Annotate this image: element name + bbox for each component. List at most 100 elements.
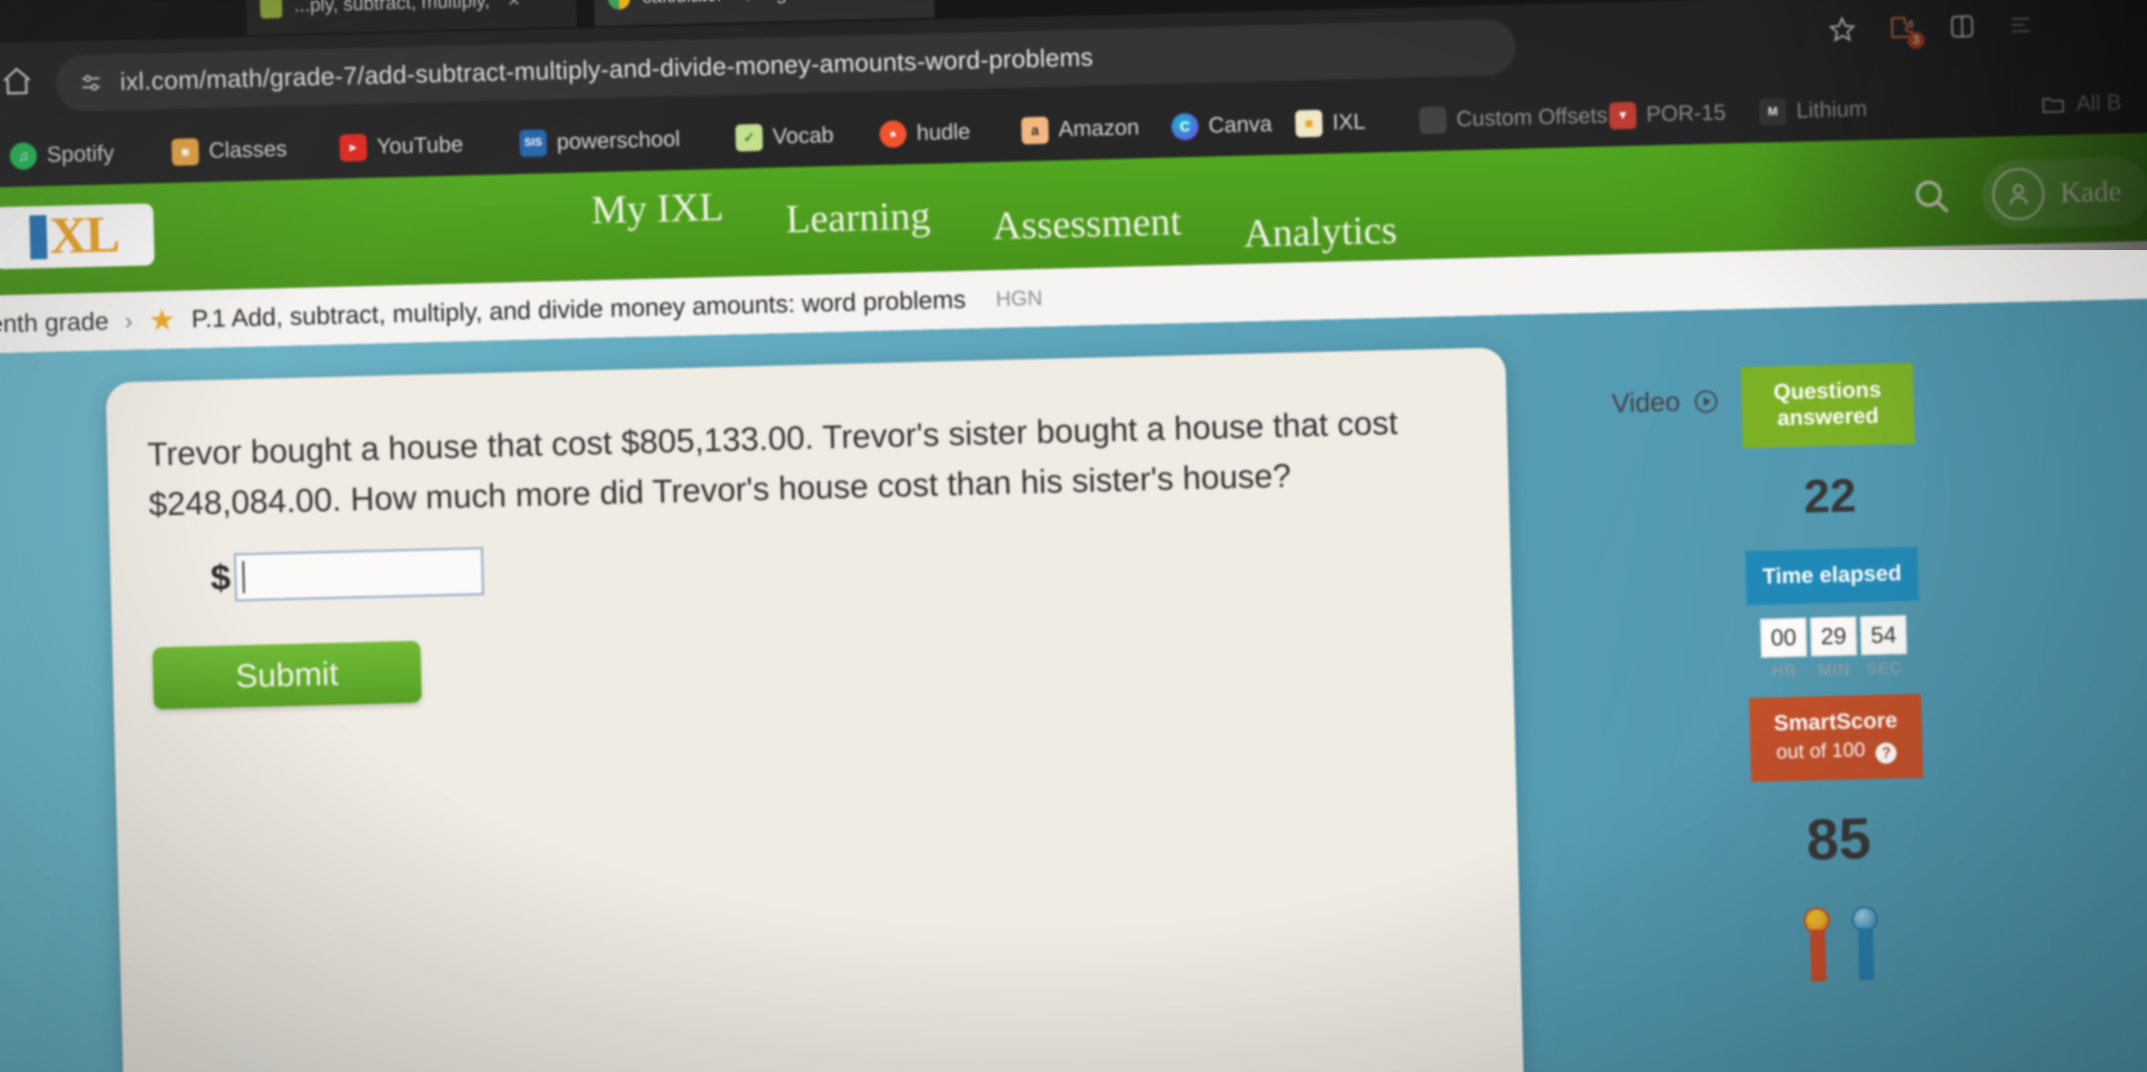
bookmark-label: Lithium [1795,95,1868,123]
bookmark-item-amazon[interactable]: a Amazon [1021,110,1140,147]
bookmark-item-ixl[interactable]: ■ IXL [1295,105,1366,141]
extensions-icon[interactable]: 3 [1887,13,1925,49]
reading-list-icon[interactable] [2007,10,2038,41]
star-icon[interactable]: ★ [148,303,176,339]
award-pins [1754,888,1928,982]
user-menu-button[interactable]: Kade [1981,156,2147,230]
timer-seconds-unit: SEC [1866,660,1903,679]
site-settings-icon[interactable] [78,70,105,97]
ixl-logo[interactable]: XL [0,203,155,270]
bookmark-item-custom-offsets[interactable]: Custom Offsets [1419,99,1608,138]
powerschool-icon: SIS [519,128,548,157]
bookmark-label: Classes [208,135,288,163]
submit-button[interactable]: Submit [152,640,422,710]
nav-learning[interactable]: Learning [785,192,931,243]
avatar [1991,167,2045,221]
timer-hours: 00 HR [1760,617,1808,682]
ixl-header-right: Kade [1909,156,2147,231]
video-label: Video [1611,386,1681,419]
pin-stem [1857,927,1874,980]
bookmark-item-spotify[interactable]: ♫ Spotify [9,136,114,173]
bookmark-item-vocab[interactable]: ✓ Vocab [735,118,834,154]
ixl-icon: ■ [1295,109,1323,137]
nav-analytics[interactable]: Analytics [1243,206,1397,257]
blue-pin-icon [1851,905,1879,981]
text-caret [242,561,246,594]
bookmark-label: Amazon [1058,114,1140,142]
orange-pin-icon [1803,906,1831,982]
skill-code: HGN [995,286,1043,311]
timer-minutes-unit: MIN [1818,661,1851,680]
generic-site-icon [1419,106,1447,134]
smartscore-sub: out of 100 [1775,738,1866,764]
timer-seconds: 54 SEC [1860,615,1908,679]
questions-answered-label: Questions answered [1740,362,1915,448]
screenshot-root: ...ply, subtract, multiply, × calculator… [0,0,2147,1072]
nav-assessment[interactable]: Assessment [992,197,1182,249]
nav-my-ixl[interactable]: My IXL [591,183,724,233]
bookmark-item-canva[interactable]: C Canva [1171,107,1272,144]
timer-hours-unit: HR [1771,663,1798,681]
smartscore-label: SmartScore [1773,707,1898,736]
video-link[interactable]: Video [1611,386,1719,420]
ixl-main-nav: My IXL Learning Assessment Analytics [591,166,1398,273]
smartscore-value: 85 [1805,805,1872,873]
bookmark-item-lithium[interactable]: M Lithium [1758,92,1868,129]
submit-label: Submit [235,654,339,695]
bookmark-label: POR-15 [1645,99,1727,127]
bookmark-label: powerschool [556,125,681,155]
pin-stem [1809,928,1826,982]
chevron-right-icon: › [124,307,134,335]
search-icon[interactable] [1910,175,1953,218]
new-tab-button[interactable]: + [946,0,962,6]
time-elapsed-value: 00 HR 29 MIN 54 SEC [1747,601,1921,682]
tab-title: calculator - Google Search [642,0,867,9]
questions-answered-value: 22 [1803,468,1857,523]
bookmark-label: All B [2075,89,2122,116]
folder-icon [2039,90,2067,118]
bookmark-item-classes[interactable]: ■ Classes [171,132,287,169]
bookmark-label: Spotify [46,140,115,168]
help-icon[interactable]: ? [1875,741,1898,764]
bookmark-item-por15[interactable]: ▼ POR-15 [1608,96,1727,133]
smartscore-header: SmartScore out of 100 ? [1749,693,1924,782]
bookmark-label: hudle [916,118,971,146]
logo-text: XL [49,206,119,265]
timer-minutes-value: 29 [1810,616,1858,657]
play-circle-icon[interactable] [1692,388,1720,416]
canva-icon: C [1171,112,1199,141]
bookmark-label: YouTube [376,131,464,159]
close-icon[interactable]: × [507,0,520,13]
answer-input[interactable] [233,547,485,602]
tab-title: ...ply, subtract, multiply, [293,0,491,17]
timer-seconds-value: 54 [1860,615,1908,656]
star-icon[interactable] [1827,14,1858,45]
spotify-icon: ♫ [9,141,38,170]
extension-badge: 3 [1907,31,1925,49]
bookmark-label: Vocab [772,122,835,149]
currency-symbol: $ [210,556,232,599]
browser-toolbar-icons: 3 [1827,10,2038,49]
bookmark-item-hudle[interactable]: ● hudle [879,115,971,151]
google-classroom-icon: ■ [171,137,200,166]
user-name: Kade [2059,175,2122,209]
stats-panel: Questions answered 22 Time elapsed 00 HR… [1740,362,1929,983]
timer-minutes: 29 MIN [1810,616,1858,681]
split-screen-icon[interactable] [1947,11,1978,42]
skill-title: P.1 Add, subtract, multiply, and divide … [191,285,967,334]
all-bookmarks-folder[interactable]: All B [2039,86,2122,122]
bookmark-item-youtube[interactable]: ► YouTube [339,127,463,164]
bookmark-item-powerschool[interactable]: SIS powerschool [519,122,680,160]
por15-icon: ▼ [1608,101,1637,129]
bookmark-label: Canva [1208,111,1273,138]
youtube-icon: ► [339,133,368,162]
amazon-icon: a [1021,116,1049,144]
bookmark-label: IXL [1332,108,1366,135]
bookmark-label: Custom Offsets [1456,102,1608,132]
close-icon[interactable]: × [885,0,898,4]
url-text: ixl.com/math/grade-7/add-subtract-multip… [119,43,1094,96]
time-elapsed-label: Time elapsed [1745,546,1919,606]
answer-input-row: $ [210,547,485,602]
home-icon[interactable] [0,64,34,99]
breadcrumb-grade[interactable]: Seventh grade [0,308,109,341]
